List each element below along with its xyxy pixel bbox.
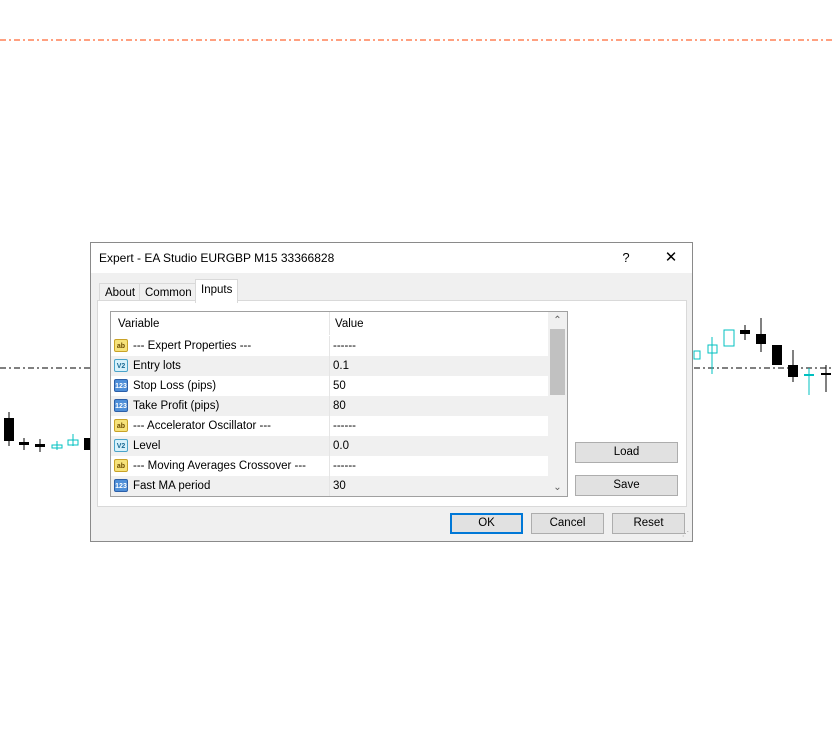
cell-divider: [329, 436, 330, 456]
scroll-thumb[interactable]: [550, 329, 565, 395]
table-row[interactable]: V2 Entry lots 0.1: [111, 356, 548, 376]
variable-value[interactable]: ------: [333, 336, 356, 356]
variable-name: Fast MA period: [133, 480, 211, 492]
inputs-panel: Variable Value ab --- Expert Properties -…: [97, 300, 687, 507]
table-row[interactable]: 123 Fast MA period 30: [111, 476, 548, 496]
tab-about[interactable]: About: [99, 283, 142, 301]
cell-divider: [329, 336, 330, 356]
table-row[interactable]: 123 Take Profit (pips) 80: [111, 396, 548, 416]
variable-name: --- Expert Properties ---: [133, 340, 252, 352]
vertical-scrollbar[interactable]: ⌃ ⌄: [548, 312, 567, 496]
help-button[interactable]: ?: [611, 245, 641, 271]
cell-divider: [329, 376, 330, 396]
variable-value[interactable]: ------: [333, 416, 356, 436]
integer-type-icon: 123: [114, 379, 128, 392]
double-type-icon: V2: [114, 359, 128, 372]
variable-name: Stop Loss (pips): [133, 380, 217, 392]
ok-button[interactable]: OK: [450, 513, 523, 534]
resize-grip-icon[interactable]: ⋰: [682, 531, 690, 539]
candle: [788, 365, 798, 377]
tab-common[interactable]: Common: [139, 283, 198, 301]
cell-divider: [329, 416, 330, 436]
table-row[interactable]: 123 Stop Loss (pips) 50: [111, 376, 548, 396]
table-row[interactable]: ab --- Expert Properties --- ------: [111, 336, 548, 356]
string-type-icon: ab: [114, 419, 128, 432]
cell-divider: [329, 396, 330, 416]
candle: [821, 373, 831, 375]
table-row[interactable]: V2 Level 0.0: [111, 436, 548, 456]
integer-type-icon: 123: [114, 399, 128, 412]
cell-divider: [329, 476, 330, 496]
variable-name: Entry lots: [133, 360, 181, 372]
variable-name: Level: [133, 440, 161, 452]
table-row[interactable]: ab --- Accelerator Oscillator --- ------: [111, 416, 548, 436]
integer-type-icon: 123: [114, 479, 128, 492]
variable-value[interactable]: 50: [333, 376, 346, 396]
string-type-icon: ab: [114, 459, 128, 472]
variable-value[interactable]: 0.0: [333, 436, 349, 456]
candlesticks-right: [693, 318, 831, 395]
close-button[interactable]: ✕: [654, 245, 688, 271]
reset-button[interactable]: Reset: [612, 513, 685, 534]
tab-inputs[interactable]: Inputs: [195, 279, 239, 303]
grid-rows: ab --- Expert Properties --- ------ V2 Entry…: [111, 336, 548, 496]
candlesticks-left: [4, 412, 90, 452]
candle: [772, 345, 782, 365]
variable-name: --- Accelerator Oscillator ---: [133, 420, 272, 432]
inputs-grid[interactable]: Variable Value ab --- Expert Properties -…: [110, 311, 568, 497]
candle: [804, 374, 814, 376]
grid-header: Variable Value: [111, 312, 548, 335]
double-type-icon: V2: [114, 439, 128, 452]
column-header-value[interactable]: Value: [335, 312, 364, 335]
load-button[interactable]: Load: [575, 442, 678, 463]
scroll-up-arrow-icon[interactable]: ⌃: [548, 312, 567, 329]
column-divider[interactable]: [329, 312, 330, 335]
expert-properties-dialog: Expert - EA Studio EURGBP M15 33366828 ?…: [90, 242, 693, 542]
column-header-variable[interactable]: Variable: [118, 312, 159, 335]
cell-divider: [329, 356, 330, 376]
candle: [740, 330, 750, 334]
cell-divider: [329, 456, 330, 476]
variable-name: Take Profit (pips): [133, 400, 220, 412]
variable-name: --- Moving Averages Crossover ---: [133, 460, 306, 472]
variable-value[interactable]: 80: [333, 396, 346, 416]
cancel-button[interactable]: Cancel: [531, 513, 604, 534]
variable-value[interactable]: 0.1: [333, 356, 349, 376]
candle: [723, 329, 735, 347]
string-type-icon: ab: [114, 339, 128, 352]
scroll-down-arrow-icon[interactable]: ⌄: [548, 479, 567, 496]
variable-value[interactable]: 30: [333, 476, 346, 496]
table-row[interactable]: ab --- Moving Averages Crossover --- -----…: [111, 456, 548, 476]
candle: [693, 350, 701, 360]
dialog-title: Expert - EA Studio EURGBP M15 33366828: [99, 251, 335, 265]
candle: [756, 334, 766, 344]
variable-value[interactable]: ------: [333, 456, 356, 476]
dialog-titlebar[interactable]: Expert - EA Studio EURGBP M15 33366828 ?…: [91, 243, 692, 273]
save-button[interactable]: Save: [575, 475, 678, 496]
